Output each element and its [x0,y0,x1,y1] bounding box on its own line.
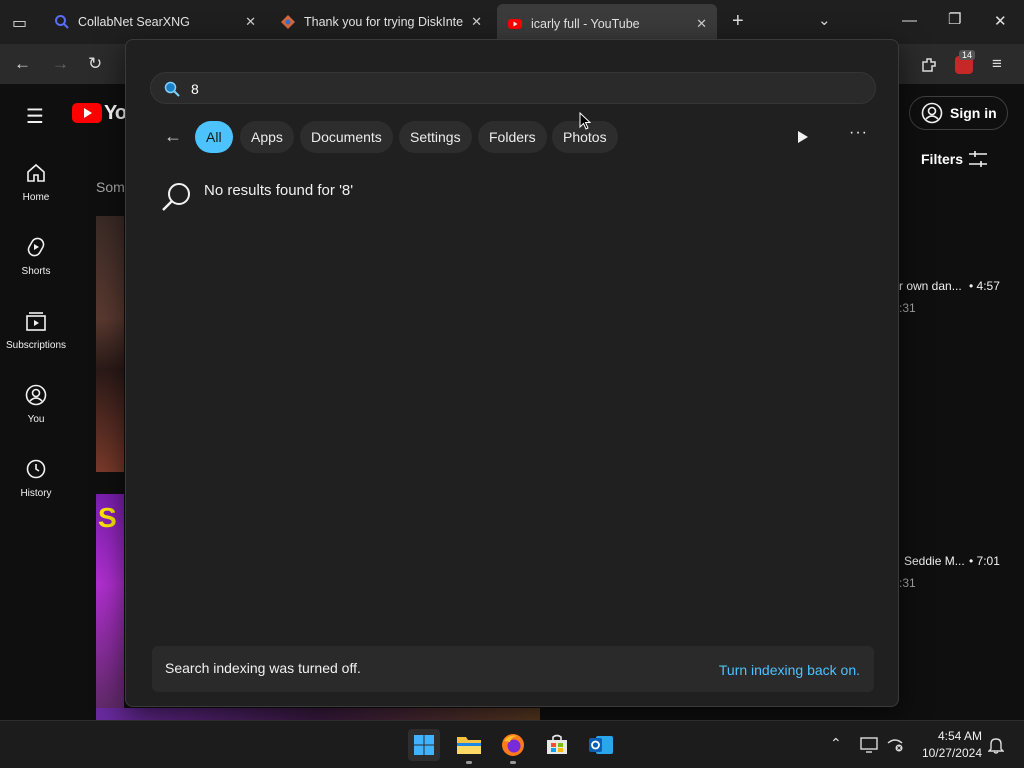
firefox-icon [502,734,524,756]
browser-tab-youtube[interactable]: icarly full - YouTube ✕ [497,4,717,44]
shorts-icon [27,237,45,257]
video-meta: :31 [899,576,916,590]
folder-icon [457,737,481,754]
video-thumbnail[interactable]: S [96,494,124,720]
display-icon[interactable] [860,737,878,753]
close-tab-icon[interactable]: ✕ [245,14,256,30]
nav-label: Subscriptions [5,340,67,351]
mouse-cursor-icon [579,112,591,130]
user-icon [25,384,47,406]
nav-history[interactable]: History [0,458,72,499]
file-explorer-button[interactable] [453,729,485,761]
extensions-icon[interactable] [920,56,938,74]
menu-icon[interactable]: ≡ [992,54,1002,74]
no-results-search-icon [162,183,190,211]
reload-button[interactable]: ↻ [88,54,102,74]
turn-indexing-on-link[interactable]: Turn indexing back on. [719,662,860,678]
restore-button[interactable]: ❐ [948,10,961,28]
video-thumbnail[interactable] [96,216,124,472]
windows-taskbar: ⌃ 4:54 AM 10/27/2024 [0,720,1024,768]
network-disconnected-icon[interactable] [886,737,904,753]
section-heading: Som [96,179,125,195]
sign-in-button[interactable]: Sign in [909,96,1008,130]
tab-dropdown-icon[interactable]: ⌄ [818,11,831,29]
browser-tab-bar: ▭ CollabNet SearXNG ✕ Thank you for tryi… [0,0,1024,44]
close-tab-icon[interactable]: ✕ [696,16,707,32]
more-options-icon[interactable]: ··· [849,124,868,142]
filter-chip-folders[interactable]: Folders [478,121,547,153]
nav-label: You [27,414,45,425]
close-window-button[interactable]: ✕ [994,12,1007,30]
browser-tab-searxng[interactable]: CollabNet SearXNG ✕ [44,6,266,38]
youtube-logo-icon[interactable] [72,103,102,123]
indexing-banner: Search indexing was turned off. Turn ind… [152,646,874,692]
outlook-button[interactable] [585,729,617,761]
video-thumbnail[interactable] [96,708,540,720]
search-box[interactable] [150,72,876,104]
nav-subscriptions[interactable]: Subscriptions [0,310,72,351]
nav-shorts[interactable]: Shorts [0,236,72,277]
nav-home[interactable]: Home [0,162,72,203]
running-indicator [466,761,472,764]
nav-label: Shorts [21,266,51,277]
filters-label[interactable]: Filters [921,151,963,167]
search-input[interactable] [191,79,831,99]
tab-label: icarly full - YouTube [531,17,640,31]
thumbnail-graphic: S [98,502,117,533]
search-icon [55,15,69,29]
clock-time[interactable]: 4:54 AM [916,729,982,743]
history-icon [26,459,46,479]
back-button[interactable]: ← [14,54,31,74]
filter-chip-settings[interactable]: Settings [399,121,472,153]
minimize-button[interactable]: — [902,12,917,29]
subscriptions-icon [26,312,46,331]
sign-in-label: Sign in [950,105,997,121]
video-duration: • 4:57 [969,279,1000,293]
video-title[interactable]: r own dan... [899,279,962,293]
new-tab-button[interactable]: + [732,10,744,33]
search-icon [164,81,180,97]
show-hidden-icons-chevron-icon[interactable]: ⌃ [830,735,842,752]
no-results-message: No results found for '8' [204,182,354,199]
filter-chip-all[interactable]: All [195,121,233,153]
indexing-message: Search indexing was turned off. [165,660,361,676]
filters-icon[interactable] [968,150,988,168]
close-tab-icon[interactable]: ✕ [471,14,482,30]
tab-label: Thank you for trying DiskInternals [304,15,464,29]
tab-list-icon[interactable]: ▭ [12,13,27,33]
running-indicator [510,761,516,764]
hamburger-menu-icon[interactable]: ☰ [26,104,44,129]
extension-badge: 14 [959,50,976,60]
video-meta: :31 [899,301,916,315]
start-button[interactable] [408,729,440,761]
microsoft-store-button[interactable] [541,729,573,761]
back-arrow-button[interactable]: ← [164,126,182,147]
video-title[interactable]: Seddie M... [904,554,965,568]
store-icon [547,734,567,754]
browser-tab-diskinternals[interactable]: Thank you for trying DiskInternals ✕ [270,6,492,38]
firefox-button[interactable] [497,729,529,761]
windows-search-panel: ← All Apps Documents Settings Folders Ph… [125,39,899,707]
nav-label: Home [22,192,50,203]
filter-chip-documents[interactable]: Documents [300,121,393,153]
outlook-icon [589,736,613,754]
clock-date[interactable]: 10/27/2024 [916,746,982,760]
youtube-icon [508,19,522,29]
play-icon[interactable] [797,130,809,144]
filter-chip-apps[interactable]: Apps [240,121,294,153]
tab-label: CollabNet SearXNG [78,15,190,29]
account-icon [921,102,943,124]
notification-bell-icon[interactable] [988,736,1004,754]
windows-logo-icon [414,735,434,755]
video-duration: • 7:01 [969,554,1000,568]
forward-button[interactable]: → [52,54,69,74]
diskinternals-icon [281,15,295,29]
home-icon [27,163,45,182]
nav-label: History [20,488,52,499]
nav-you[interactable]: You [0,384,72,425]
